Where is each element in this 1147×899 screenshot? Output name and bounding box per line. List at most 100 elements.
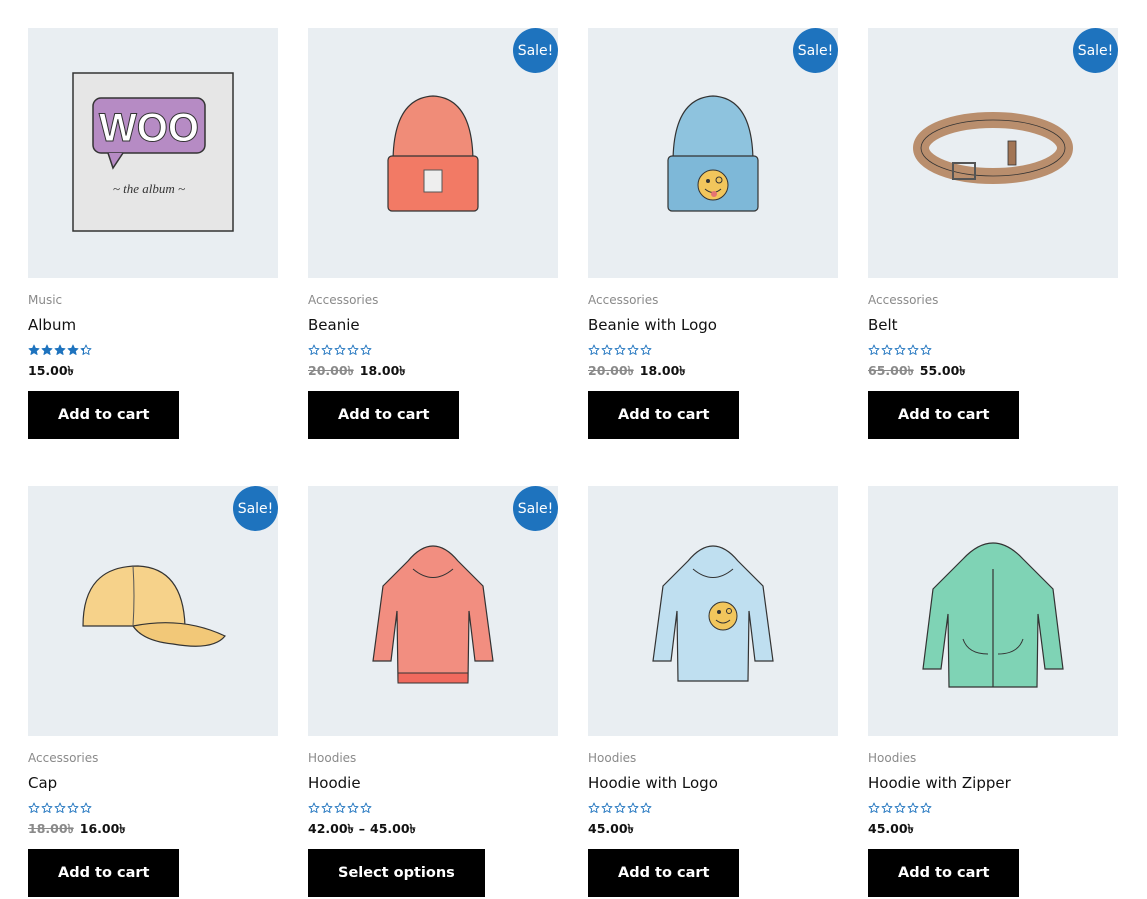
star-rating bbox=[308, 341, 558, 356]
product-category[interactable]: Accessories bbox=[28, 750, 278, 766]
product-grid: WOO ~ the album ~ Music Album 15.00৳ Add t… bbox=[28, 28, 1118, 899]
star-rating bbox=[588, 341, 838, 356]
product-price: 20.00৳ 18.00৳ bbox=[308, 363, 558, 379]
price-current: 18.00৳ bbox=[359, 363, 406, 378]
product-price: 65.00৳ 55.00৳ bbox=[868, 363, 1118, 379]
star-icon bbox=[614, 341, 626, 356]
add-to-cart-button[interactable]: Add to cart bbox=[308, 391, 460, 439]
product-category[interactable]: Hoodies bbox=[588, 750, 838, 766]
star-icon bbox=[588, 341, 600, 356]
price-current: 45.00৳ bbox=[588, 821, 634, 836]
product-category[interactable]: Accessories bbox=[308, 292, 558, 308]
star-icon bbox=[80, 341, 92, 356]
star-rating bbox=[28, 341, 278, 356]
price-regular: 20.00৳ bbox=[308, 363, 354, 378]
product-price: 18.00৳ 16.00৳ bbox=[28, 821, 278, 837]
star-icon bbox=[881, 799, 893, 814]
star-icon bbox=[347, 799, 359, 814]
price-current: 45.00৳ bbox=[868, 821, 914, 836]
star-rating bbox=[868, 799, 1118, 814]
star-icon bbox=[360, 799, 372, 814]
product-image[interactable]: Sale! bbox=[28, 486, 278, 736]
star-icon bbox=[308, 799, 320, 814]
star-icon bbox=[601, 341, 613, 356]
star-icon bbox=[627, 341, 639, 356]
star-icon bbox=[894, 799, 906, 814]
price-range-separator: – bbox=[358, 821, 366, 836]
product-price: 15.00৳ bbox=[28, 363, 278, 379]
product-card: Sale! Hoodies Hoodie 42.00৳ –45.00৳ Select o… bbox=[308, 486, 558, 899]
product-category[interactable]: Accessories bbox=[588, 292, 838, 308]
star-icon bbox=[920, 799, 932, 814]
sale-badge: Sale! bbox=[233, 486, 278, 531]
product-category[interactable]: Accessories bbox=[868, 292, 1118, 308]
product-image[interactable] bbox=[588, 486, 838, 736]
price-regular: 20.00৳ bbox=[588, 363, 634, 378]
star-icon bbox=[80, 799, 92, 814]
product-image[interactable] bbox=[868, 486, 1118, 736]
product-image[interactable]: Sale! bbox=[868, 28, 1118, 278]
product-card: Sale! Accessories Belt 65.00৳ 55.00৳ Add to … bbox=[868, 28, 1118, 441]
product-category[interactable]: Music bbox=[28, 292, 278, 308]
product-name[interactable]: Beanie with Logo bbox=[588, 316, 838, 334]
star-rating bbox=[868, 341, 1118, 356]
star-rating bbox=[588, 799, 838, 814]
product-name[interactable]: Hoodie bbox=[308, 774, 558, 792]
star-icon bbox=[360, 341, 372, 356]
product-card: WOO ~ the album ~ Music Album 15.00৳ Add t… bbox=[28, 28, 278, 441]
price-current: 18.00৳ bbox=[639, 363, 686, 378]
star-icon bbox=[308, 341, 320, 356]
product-name[interactable]: Hoodie with Zipper bbox=[868, 774, 1118, 792]
product-image[interactable]: WOO ~ the album ~ bbox=[28, 28, 278, 278]
product-price: 45.00৳ bbox=[868, 821, 1118, 837]
product-price: 20.00৳ 18.00৳ bbox=[588, 363, 838, 379]
star-rating bbox=[28, 799, 278, 814]
star-icon bbox=[28, 341, 40, 356]
svg-text:~ the album ~: ~ the album ~ bbox=[113, 181, 185, 196]
price-current: 42.00৳ bbox=[308, 821, 354, 836]
product-name[interactable]: Hoodie with Logo bbox=[588, 774, 838, 792]
product-image[interactable]: Sale! bbox=[308, 486, 558, 736]
product-price: 45.00৳ bbox=[588, 821, 838, 837]
product-card: Sale! Accessories Beanie 20.00৳ 18.00৳ Add t… bbox=[308, 28, 558, 441]
star-icon bbox=[41, 341, 53, 356]
add-to-cart-button[interactable]: Add to cart bbox=[868, 391, 1020, 439]
add-to-cart-button[interactable]: Add to cart bbox=[28, 849, 180, 897]
sale-badge: Sale! bbox=[513, 28, 558, 73]
sale-badge: Sale! bbox=[513, 486, 558, 531]
star-icon bbox=[868, 341, 880, 356]
star-icon bbox=[894, 341, 906, 356]
product-name[interactable]: Album bbox=[28, 316, 278, 334]
star-icon bbox=[41, 799, 53, 814]
add-to-cart-button[interactable]: Add to cart bbox=[28, 391, 180, 439]
sale-badge: Sale! bbox=[793, 28, 838, 73]
product-image[interactable]: Sale! bbox=[588, 28, 838, 278]
product-category[interactable]: Hoodies bbox=[868, 750, 1118, 766]
price-regular: 18.00৳ bbox=[28, 821, 74, 836]
star-icon bbox=[640, 341, 652, 356]
select-options-button[interactable]: Select options bbox=[308, 849, 485, 897]
product-price: 42.00৳ –45.00৳ bbox=[308, 821, 558, 837]
product-image[interactable]: Sale! bbox=[308, 28, 558, 278]
product-card: Hoodies Hoodie with Logo 45.00৳ Add to car… bbox=[588, 486, 838, 899]
product-name[interactable]: Beanie bbox=[308, 316, 558, 334]
product-category[interactable]: Hoodies bbox=[308, 750, 558, 766]
add-to-cart-button[interactable]: Add to cart bbox=[868, 849, 1020, 897]
star-icon bbox=[627, 799, 639, 814]
price-current: 15.00৳ bbox=[28, 363, 74, 378]
svg-text:WOO: WOO bbox=[99, 106, 199, 150]
star-icon bbox=[321, 799, 333, 814]
add-to-cart-button[interactable]: Add to cart bbox=[588, 391, 740, 439]
star-icon bbox=[907, 341, 919, 356]
price-current: 55.00৳ bbox=[919, 363, 966, 378]
product-card: Hoodies Hoodie with Zipper 45.00৳ Add to c… bbox=[868, 486, 1118, 899]
product-name[interactable]: Cap bbox=[28, 774, 278, 792]
star-icon bbox=[334, 341, 346, 356]
product-name[interactable]: Belt bbox=[868, 316, 1118, 334]
star-icon bbox=[28, 799, 40, 814]
star-icon bbox=[601, 799, 613, 814]
price-range-max: 45.00৳ bbox=[370, 821, 416, 836]
add-to-cart-button[interactable]: Add to cart bbox=[588, 849, 740, 897]
star-icon bbox=[67, 341, 79, 356]
product-card: Sale! Accessories Cap 18.00৳ 16.00৳ Add to c… bbox=[28, 486, 278, 899]
